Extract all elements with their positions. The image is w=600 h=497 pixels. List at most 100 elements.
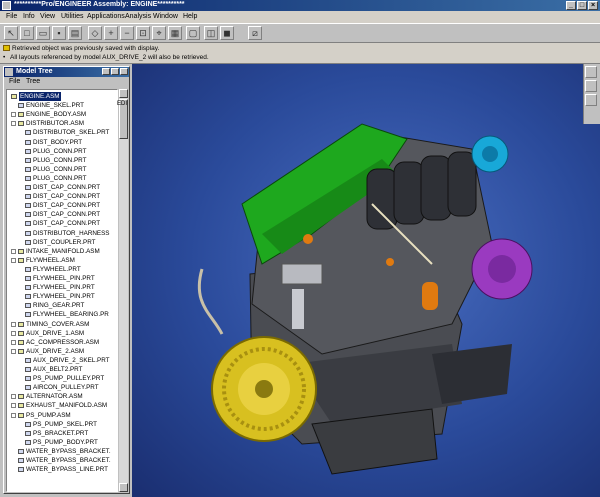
tree-scrollbar[interactable] [119, 89, 128, 492]
tree-item-label: DISTRIBUTOR_HARNESS [33, 229, 110, 237]
refit-icon[interactable]: ⊡ [136, 26, 150, 40]
orient-icon[interactable]: ⌖ [152, 26, 166, 40]
engine-model-render[interactable] [132, 64, 600, 497]
saved-views-icon[interactable]: ▦ [168, 26, 182, 40]
graphics-viewport[interactable] [132, 64, 600, 497]
tree-item-label: DIST_COUPLER.PRT [33, 238, 96, 246]
model-tree-title: Model Tree [16, 68, 53, 75]
model-tree-window: Model Tree File Tree ENGINE.ASM ENGINE_SK… [3, 66, 130, 494]
hidden-line-icon[interactable]: ◫ [204, 26, 218, 40]
assembly-icon [18, 321, 24, 327]
tree-item-label: RING_GEAR.PRT [33, 302, 85, 310]
tree-item-label: DIST_CAP_CONN.PRT [33, 211, 101, 219]
tree-item-label: PS_PUMP_BODY.PRT [33, 438, 98, 446]
message-area: Retrieved object was previously saved wi… [0, 43, 600, 64]
new-file-icon[interactable]: □ [20, 26, 34, 40]
zoom-out-icon[interactable]: − [120, 26, 134, 40]
collapse-icon[interactable] [11, 412, 16, 418]
expand-icon[interactable] [11, 394, 16, 400]
tree-item-label: PLUG_CONN.PRT [33, 156, 87, 164]
collapse-icon[interactable] [11, 257, 16, 263]
assembly-icon [18, 403, 24, 409]
menu-applications[interactable]: Applications [87, 13, 125, 20]
wireframe-icon[interactable]: ▢ [186, 26, 200, 40]
expand-icon[interactable] [11, 330, 16, 336]
scroll-down-icon[interactable] [119, 483, 128, 492]
tree-item-label: PS_BRACKET.PRT [33, 429, 89, 437]
tree-item-label: INTAKE_MANIFOLD.ASM [26, 247, 100, 255]
app-icon[interactable] [2, 1, 11, 10]
open-folder-icon[interactable]: ▭ [36, 26, 50, 40]
tool-icon[interactable] [585, 94, 597, 106]
part-icon [25, 130, 31, 136]
window-title: **********Pro/ENGINEER Assembly: ENGINE*… [14, 1, 185, 8]
datum-planes-icon[interactable]: ⧄ [248, 26, 262, 40]
part-icon [25, 421, 31, 427]
part-icon [25, 303, 31, 309]
model-tree-list[interactable]: ENGINE.ASM ENGINE_SKEL.PRT ENGINE_BODY.ASM… [6, 89, 118, 492]
tree-icon [5, 68, 13, 76]
part-icon [25, 312, 31, 318]
part-icon [25, 266, 31, 272]
print-icon[interactable]: ▤ [68, 26, 82, 40]
menu-help[interactable]: Help [183, 13, 197, 20]
menu-file[interactable]: File [6, 13, 17, 20]
assembly-icon [18, 339, 24, 345]
menu-window[interactable]: Window [153, 13, 178, 20]
maximize-icon[interactable]: □ [577, 1, 587, 10]
tree-item-label: DIST_BODY.PRT [33, 138, 83, 146]
menu-bar: File Info View Utilities Applications An… [0, 11, 600, 23]
tree-item-label: AUX_BELT2.PRT [33, 366, 83, 373]
expand-icon[interactable] [11, 339, 16, 345]
model-tree-menu: File Tree [4, 77, 129, 88]
arrow-icon[interactable]: ↖ [4, 26, 18, 40]
save-icon[interactable]: ▪ [52, 26, 66, 40]
tree-menu-file[interactable]: File [9, 78, 20, 85]
minimize-icon[interactable]: _ [566, 1, 576, 10]
maximize-icon[interactable] [111, 68, 119, 75]
scroll-up-icon[interactable] [119, 89, 128, 98]
bullet-icon: • [3, 54, 6, 62]
tree-item-label: DIST_CAP_CONN.PRT [33, 202, 101, 210]
model-tree-title-bar: Model Tree [4, 67, 129, 77]
repaint-icon[interactable]: ◇ [88, 26, 102, 40]
expand-icon[interactable] [11, 403, 16, 409]
tree-item-label: ALTERNATOR.ASM [26, 393, 83, 401]
zoom-in-icon[interactable]: + [104, 26, 118, 40]
menu-utilities[interactable]: Utilities [61, 13, 84, 20]
part-icon [18, 458, 24, 463]
tool-icon[interactable] [585, 80, 597, 92]
tool-icon[interactable] [585, 66, 597, 78]
tree-item-label: DISTRIBUTOR_SKEL.PRT [33, 129, 110, 137]
menu-view[interactable]: View [40, 13, 55, 20]
tree-item-label: FLYWHEEL_BEARING.PR [33, 311, 109, 319]
tree-item-label: FLYWHEEL_PIN.PRT [33, 284, 95, 292]
collapse-icon[interactable] [11, 121, 16, 127]
tree-item-label: FLYWHEEL.ASM [26, 256, 75, 264]
expand-icon[interactable] [11, 321, 16, 327]
expand-icon[interactable] [11, 248, 16, 254]
tree-item-label: DIST_CAP_CONN.PRT [33, 193, 101, 201]
expand-icon[interactable] [11, 112, 16, 118]
tree-item-label: PS_PUMP_PULLEY.PRT [33, 375, 105, 383]
part-icon [25, 285, 31, 291]
close-icon[interactable] [120, 68, 128, 75]
shading-icon[interactable]: ◼ [220, 26, 234, 40]
window-controls: _ □ × [566, 1, 598, 10]
close-icon[interactable]: × [588, 1, 598, 10]
part-icon [18, 467, 24, 473]
collapse-icon[interactable] [11, 348, 16, 354]
assembly-icon [18, 348, 24, 354]
side-toolbar [583, 64, 600, 124]
part-icon [25, 148, 31, 154]
part-icon [25, 203, 31, 209]
part-icon [25, 212, 31, 218]
part-icon [18, 103, 24, 109]
assembly-icon [18, 248, 24, 254]
tree-menu-tree[interactable]: Tree [26, 78, 40, 85]
minimize-icon[interactable] [102, 68, 110, 75]
menu-info[interactable]: Info [23, 13, 35, 20]
part-icon [25, 239, 31, 245]
menu-analysis[interactable]: Analysis [125, 13, 151, 20]
tree-item-label: DIST_CAP_CONN.PRT [33, 220, 101, 228]
